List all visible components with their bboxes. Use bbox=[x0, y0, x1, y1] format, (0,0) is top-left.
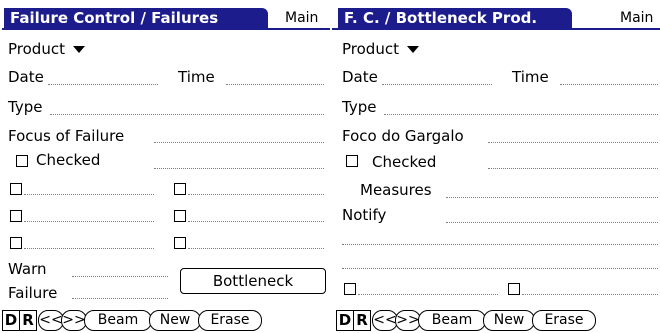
notes-line[interactable] bbox=[342, 244, 658, 245]
r-button[interactable]: R bbox=[353, 310, 371, 331]
warn-field[interactable] bbox=[72, 276, 168, 277]
item-checkbox[interactable] bbox=[174, 210, 186, 222]
item-field[interactable] bbox=[188, 194, 324, 195]
form-title: Failure Control / Failures bbox=[4, 8, 268, 29]
item-field[interactable] bbox=[24, 194, 154, 195]
notify-label: Notify bbox=[342, 206, 387, 224]
warn-label: Warn bbox=[8, 260, 47, 278]
focus-field[interactable] bbox=[488, 142, 658, 143]
measures-field[interactable] bbox=[446, 197, 658, 198]
item-checkbox[interactable] bbox=[174, 237, 186, 249]
new-button[interactable]: New bbox=[149, 310, 201, 331]
erase-button[interactable]: Erase bbox=[532, 310, 596, 331]
toolbar: D R << >> Beam New Erase bbox=[0, 310, 330, 331]
item-field[interactable] bbox=[24, 248, 154, 249]
type-field[interactable] bbox=[50, 114, 324, 115]
checked-label: Checked bbox=[372, 153, 437, 171]
time-field[interactable] bbox=[226, 84, 324, 85]
date-field[interactable] bbox=[48, 84, 158, 85]
d-button[interactable]: D bbox=[336, 310, 354, 331]
bottleneck-button[interactable]: Bottleneck bbox=[180, 268, 326, 294]
item-field[interactable] bbox=[358, 294, 498, 295]
checked-label: Checked bbox=[36, 151, 101, 169]
erase-button[interactable]: Erase bbox=[198, 310, 262, 331]
item-checkbox[interactable] bbox=[174, 183, 186, 195]
checked-field[interactable] bbox=[154, 168, 324, 169]
product-selector[interactable]: Product bbox=[8, 40, 85, 58]
failure-label: Failure bbox=[8, 284, 58, 302]
d-button[interactable]: D bbox=[2, 310, 20, 331]
new-button[interactable]: New bbox=[483, 310, 535, 331]
right-screen: F. C. / Bottleneck Prod. Main Product Da… bbox=[330, 0, 660, 333]
item-checkbox[interactable] bbox=[508, 283, 520, 295]
item-field[interactable] bbox=[522, 294, 658, 295]
measures-label: Measures bbox=[360, 181, 432, 199]
item-checkbox[interactable] bbox=[344, 283, 356, 295]
r-button[interactable]: R bbox=[19, 310, 37, 331]
type-label: Type bbox=[342, 98, 377, 116]
item-field[interactable] bbox=[24, 221, 154, 222]
failure-field[interactable] bbox=[72, 298, 168, 299]
notes-line[interactable] bbox=[342, 268, 658, 269]
date-label: Date bbox=[8, 68, 44, 86]
item-field[interactable] bbox=[188, 221, 324, 222]
product-selector[interactable]: Product bbox=[342, 40, 419, 58]
dropdown-arrow-icon bbox=[72, 46, 85, 53]
title-rule bbox=[332, 28, 660, 30]
beam-button[interactable]: Beam bbox=[84, 310, 152, 331]
menu-main[interactable]: Main bbox=[620, 10, 653, 26]
item-checkbox[interactable] bbox=[10, 237, 22, 249]
focus-label: Foco do Gargalo bbox=[342, 127, 464, 145]
item-checkbox[interactable] bbox=[10, 183, 22, 195]
dropdown-arrow-icon bbox=[406, 46, 419, 53]
item-field[interactable] bbox=[188, 248, 324, 249]
checked-field[interactable] bbox=[488, 168, 658, 169]
focus-label: Focus of Failure bbox=[8, 127, 125, 145]
product-label: Product bbox=[8, 40, 65, 58]
form-title: F. C. / Bottleneck Prod. bbox=[338, 8, 572, 29]
type-label: Type bbox=[8, 98, 43, 116]
menu-main[interactable]: Main bbox=[285, 10, 318, 26]
title-rule bbox=[2, 28, 330, 30]
time-field[interactable] bbox=[560, 84, 658, 85]
date-label: Date bbox=[342, 68, 378, 86]
focus-field[interactable] bbox=[154, 142, 324, 143]
toolbar: D R << >> Beam New Erase bbox=[330, 310, 660, 331]
type-field[interactable] bbox=[384, 114, 658, 115]
date-field[interactable] bbox=[382, 84, 492, 85]
product-label: Product bbox=[342, 40, 399, 58]
left-screen: Failure Control / Failures Main Product … bbox=[0, 0, 330, 333]
time-label: Time bbox=[512, 68, 549, 86]
time-label: Time bbox=[178, 68, 215, 86]
checked-checkbox[interactable] bbox=[16, 155, 28, 167]
notify-field[interactable] bbox=[446, 222, 658, 223]
checked-checkbox[interactable] bbox=[346, 155, 358, 167]
item-checkbox[interactable] bbox=[10, 210, 22, 222]
beam-button[interactable]: Beam bbox=[418, 310, 486, 331]
